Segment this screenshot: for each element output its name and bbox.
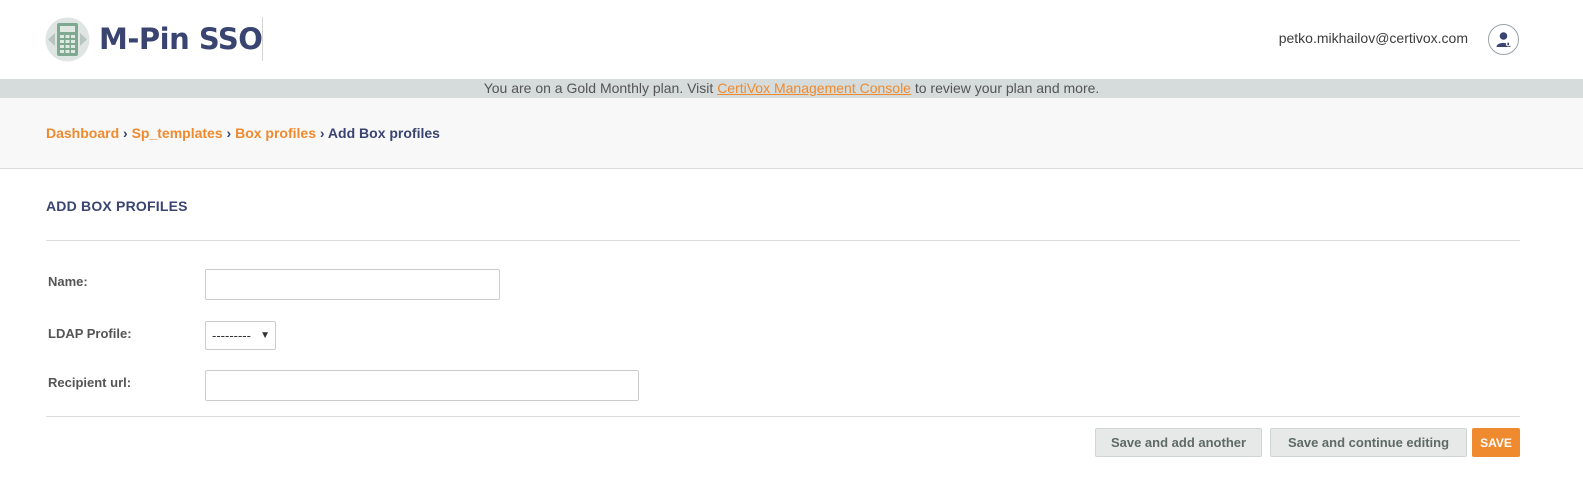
app-name: M-Pin SSO xyxy=(99,22,263,56)
breadcrumb-sp-templates[interactable]: Sp_templates xyxy=(132,125,223,141)
management-console-link[interactable]: CertiVox Management Console xyxy=(717,80,911,96)
header: M-Pin SSO petko.mikhailov@certivox.com xyxy=(0,0,1583,79)
plan-notice-bar: You are on a Gold Monthly plan. Visit Ce… xyxy=(0,79,1583,98)
breadcrumb: Dashboard › Sp_templates › Box profiles … xyxy=(46,125,440,141)
ldap-profile-select[interactable]: --------- ▼ xyxy=(205,321,276,350)
user-account-icon xyxy=(1496,32,1511,47)
breadcrumb-current: Add Box profiles xyxy=(327,125,440,141)
page-title: ADD BOX PROFILES xyxy=(46,198,188,214)
actions-divider xyxy=(46,416,1520,417)
name-label: Name: xyxy=(48,274,88,289)
breadcrumb-box-profiles[interactable]: Box profiles xyxy=(235,125,316,141)
save-and-continue-editing-button[interactable]: Save and continue editing xyxy=(1270,428,1467,457)
logo[interactable]: M-Pin SSO xyxy=(45,16,263,62)
ldap-profile-label: LDAP Profile: xyxy=(48,326,132,341)
recipient-url-input[interactable] xyxy=(205,370,639,401)
calculator-logo-icon xyxy=(45,17,90,61)
user-menu-button[interactable] xyxy=(1488,24,1519,55)
breadcrumb-separator: › xyxy=(123,125,128,141)
ldap-profile-selected: --------- xyxy=(212,328,251,343)
user-email[interactable]: petko.mikhailov@certivox.com xyxy=(1279,30,1468,46)
save-button[interactable]: SAVE xyxy=(1472,428,1520,457)
breadcrumb-bar: Dashboard › Sp_templates › Box profiles … xyxy=(0,98,1583,169)
save-and-add-another-button[interactable]: Save and add another xyxy=(1095,428,1262,457)
caret-down-icon: ▼ xyxy=(260,330,270,341)
breadcrumb-separator: › xyxy=(226,125,232,141)
name-input[interactable] xyxy=(205,269,500,300)
breadcrumb-separator: › xyxy=(319,125,325,141)
recipient-url-label: Recipient url: xyxy=(48,375,132,390)
plan-notice-prefix: You are on a Gold Monthly plan. Visit xyxy=(483,80,718,96)
header-divider xyxy=(262,17,263,61)
plan-notice-suffix: to review your plan and more. xyxy=(910,80,1100,96)
breadcrumb-dashboard[interactable]: Dashboard xyxy=(46,125,119,141)
title-divider xyxy=(46,240,1520,241)
